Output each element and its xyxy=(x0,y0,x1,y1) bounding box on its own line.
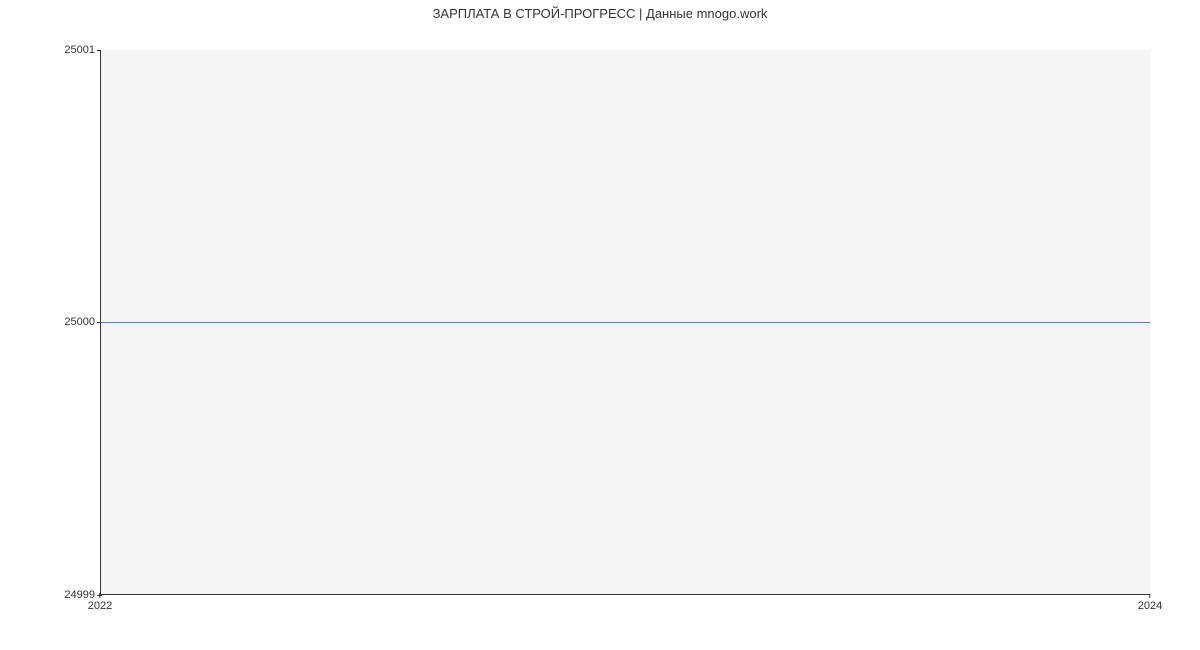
x-tick-label: 2022 xyxy=(88,600,112,612)
x-tick-2024: 2024 xyxy=(1138,600,1162,612)
y-tick-25001: 25001 xyxy=(64,44,95,56)
x-tick-2022: 2022 xyxy=(88,600,112,612)
x-tick-label: 2024 xyxy=(1138,600,1162,612)
y-tick-25000: 25000 xyxy=(64,316,95,328)
data-line xyxy=(101,322,1150,323)
plot-area xyxy=(100,50,1150,595)
y-tick-label: 25001 xyxy=(64,44,95,56)
chart-title: ЗАРПЛАТА В СТРОЙ-ПРОГРЕСС | Данные mnogo… xyxy=(0,6,1200,21)
chart-container: ЗАРПЛАТА В СТРОЙ-ПРОГРЕСС | Данные mnogo… xyxy=(0,0,1200,650)
y-tick-label: 25000 xyxy=(64,316,95,328)
